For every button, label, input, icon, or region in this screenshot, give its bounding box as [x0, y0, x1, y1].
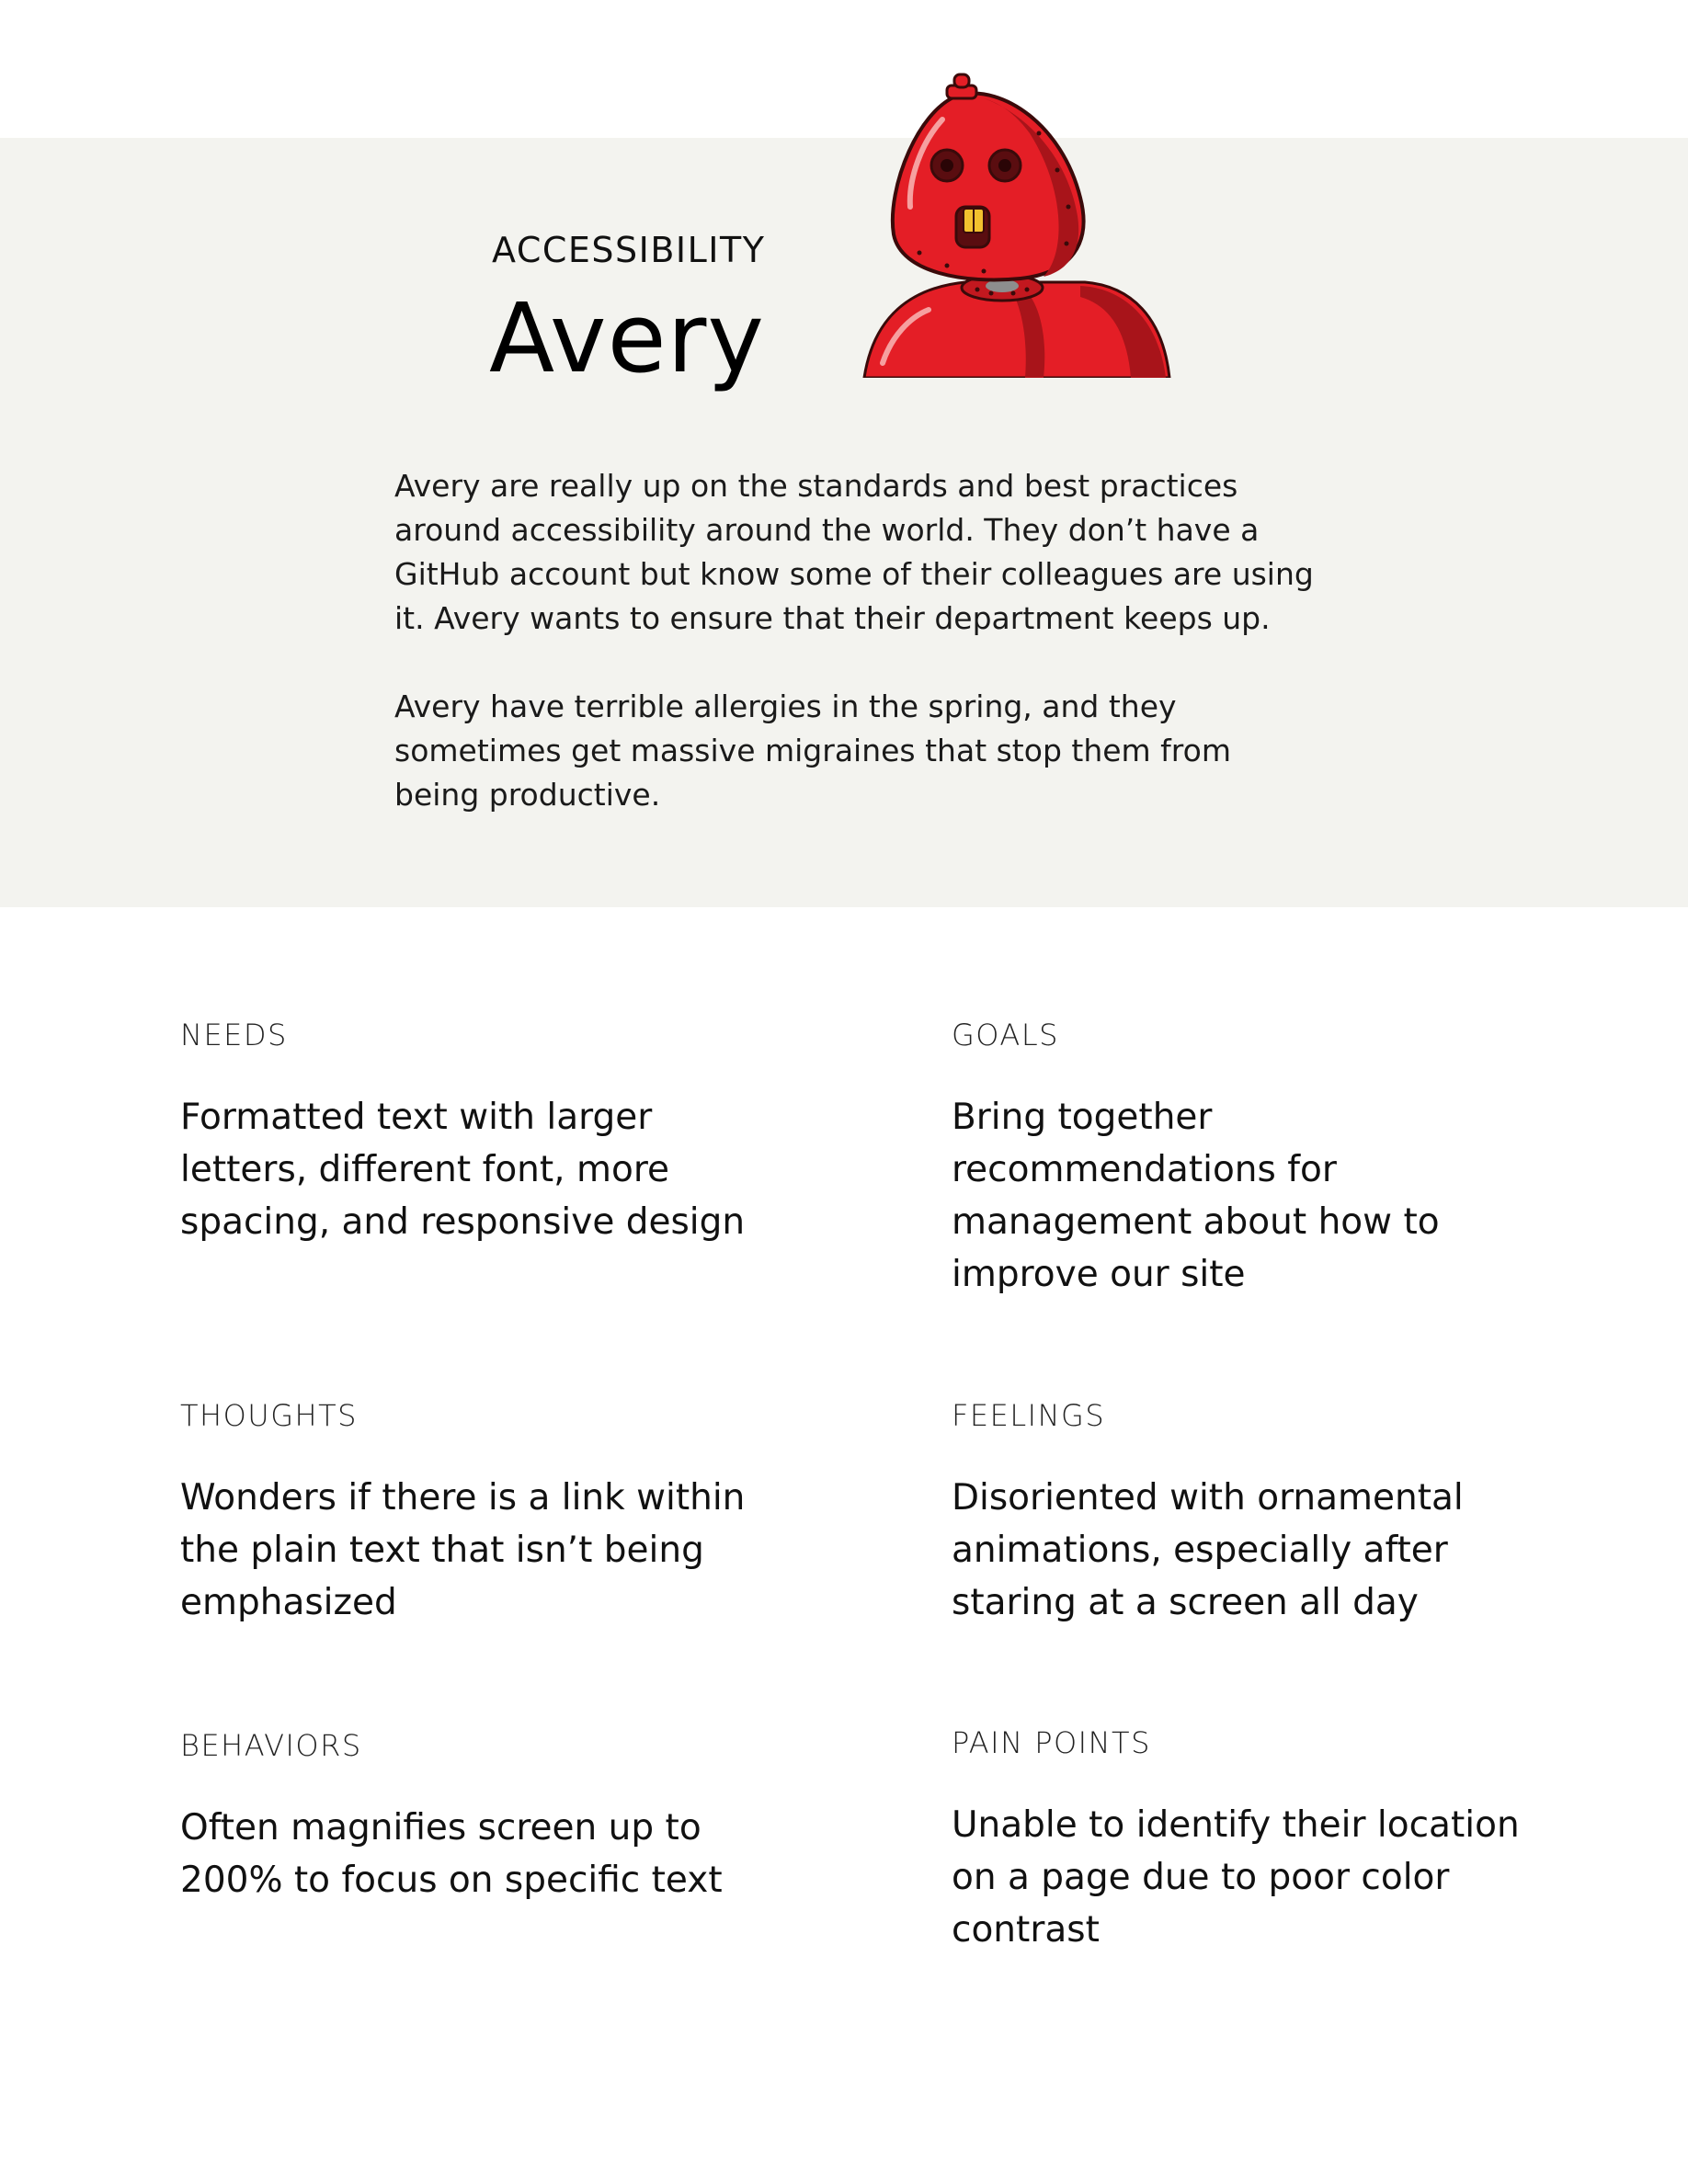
- persona-name: Avery: [489, 282, 765, 394]
- persona-category: ACCESSIBILITY: [492, 230, 766, 270]
- section-text: Often magnifies screen up to 200% to foc…: [180, 1807, 723, 1901]
- needs-section: NEEDS Formatted text with larger letters…: [180, 1018, 769, 1248]
- persona-bio: Avery are really up on the standards and…: [394, 464, 1314, 861]
- section-text: Formatted text with larger letters, diff…: [180, 1097, 746, 1243]
- thoughts-section: THOUGHTS Wonders if there is a link with…: [180, 1398, 769, 1629]
- behaviors-section: BEHAVIORS Often magnifies screen up to 2…: [180, 1728, 769, 1906]
- section-label: NEEDS: [180, 1018, 288, 1052]
- pain-points-section: PAIN POINTS Unable to identify their loc…: [952, 1725, 1540, 1956]
- section-label: PAIN POINTS: [952, 1725, 1151, 1760]
- section-text: Disoriented with ornamental animations, …: [952, 1477, 1464, 1623]
- section-text: Wonders if there is a link within the pl…: [180, 1477, 746, 1623]
- section-label: GOALS: [952, 1018, 1059, 1052]
- section-label: BEHAVIORS: [180, 1728, 362, 1763]
- section-text: Unable to identify their location on a p…: [952, 1804, 1520, 1951]
- section-label: THOUGHTS: [180, 1398, 358, 1433]
- section-label: FEELINGS: [952, 1398, 1106, 1433]
- feelings-section: FEELINGS Disoriented with ornamental ani…: [952, 1398, 1540, 1629]
- section-text: Bring together recommendations for manag…: [952, 1097, 1440, 1295]
- bio-paragraph: Avery have terrible allergies in the spr…: [394, 688, 1231, 813]
- red-robot-avatar-icon: [862, 73, 1171, 378]
- bio-paragraph: Avery are really up on the standards and…: [394, 468, 1314, 636]
- goals-section: GOALS Bring together recommendations for…: [952, 1018, 1540, 1301]
